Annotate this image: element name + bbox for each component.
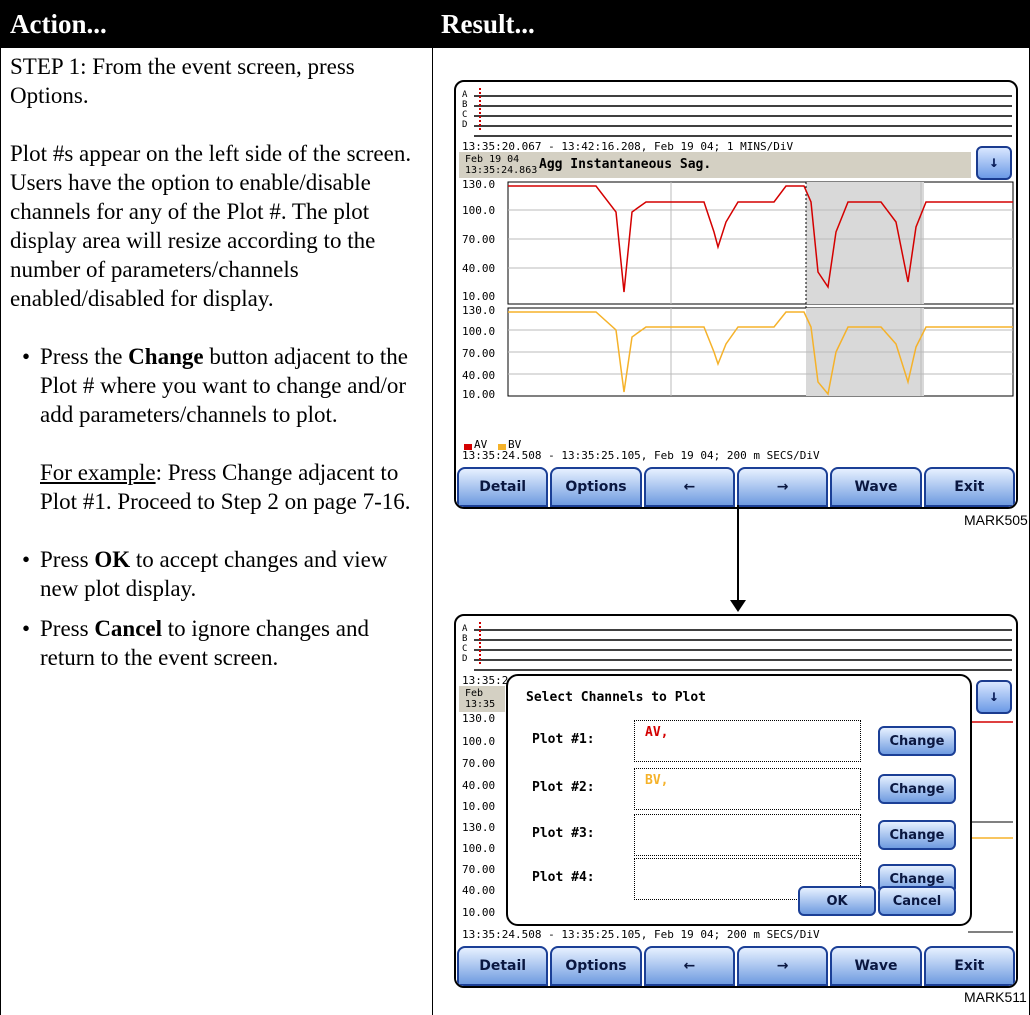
bullet-dot: • <box>22 547 31 572</box>
connector-arrow <box>737 505 739 603</box>
plot-description: Plot #s appear on the left side of the s… <box>10 141 412 311</box>
y-axis-label: 130.0 <box>462 304 496 317</box>
wave-button[interactable]: Wave <box>830 946 922 986</box>
plot-3-field[interactable] <box>634 814 861 856</box>
y-axis-label: 40.00 <box>462 262 496 275</box>
event-title-bar: Feb 13:35 <box>459 686 505 712</box>
action-heading: Action... <box>10 9 107 39</box>
event-date-line1: Feb <box>465 688 484 699</box>
channel-label-a: A <box>462 90 468 100</box>
channel-label-d: D <box>462 654 468 664</box>
bullet-bold-cancel: Cancel <box>94 616 163 641</box>
y-axis-label: 70.00 <box>462 757 496 770</box>
y-axis-label: 10.00 <box>462 800 496 813</box>
bullet-text-pre: Press the <box>40 344 129 369</box>
y-axis-label: 100.0 <box>462 842 496 855</box>
dialog-title: Select Channels to Plot <box>526 690 707 705</box>
select-channels-dialog: Select Channels to Plot Plot #1: AV, Cha… <box>506 674 972 926</box>
y-axis-label: 70.00 <box>462 863 496 876</box>
event-date: Feb 13:35 <box>465 688 495 710</box>
channel-label-d: D <box>462 120 468 130</box>
down-arrow-button[interactable]: ↓ <box>976 680 1012 714</box>
y-axis-label: 40.00 <box>462 779 496 792</box>
y-axis-label: 40.00 <box>462 369 496 382</box>
bullet-text-pre: Press <box>40 616 95 641</box>
y-axis-label: 40.00 <box>462 884 496 897</box>
plot-2-field[interactable]: BV, <box>634 768 861 810</box>
y-axis-label: 70.00 <box>462 347 496 360</box>
change-plot-3-button[interactable]: Change <box>878 820 956 850</box>
bullet-bold-ok: OK <box>94 547 131 572</box>
channel-label-b: B <box>462 100 468 110</box>
options-screen: A B C D 13:35:2 Feb 13:35 ↓ 130.0 100.0 … <box>454 614 1018 988</box>
y-axis-label: 100.0 <box>462 325 496 338</box>
channel-label-b: B <box>462 634 468 644</box>
function-button-bar: Detail Options ← → Wave Exit <box>456 946 1016 986</box>
bullet-change: • Press the Change button adjacent to th… <box>10 342 420 429</box>
bullet-ok: • Press OK to accept changes and view ne… <box>10 545 420 603</box>
bullet-text-pre: Press <box>40 547 95 572</box>
table-divider <box>432 48 433 1015</box>
change-plot-1-button[interactable]: Change <box>878 726 956 756</box>
plot-2-value: BV, <box>645 773 669 788</box>
plot-2-label: Plot #2: <box>532 780 595 795</box>
exit-button[interactable]: Exit <box>923 467 1015 507</box>
bullet-dot: • <box>22 616 31 641</box>
y-axis-label: 130.0 <box>462 178 496 191</box>
plot-1-label: Plot #1: <box>532 732 595 747</box>
ok-button[interactable]: OK <box>798 886 876 916</box>
right-arrow-button[interactable]: → <box>736 946 829 986</box>
event-date-line2: 13:35:24.863 <box>465 165 538 176</box>
bullet-bold-change: Change <box>128 344 204 369</box>
footer-time: 13:35:24.508 - 13:35:25.105, Feb 19 04; … <box>462 928 820 941</box>
figure-mark: MARK511 <box>964 989 1027 1005</box>
y-axis-label: 100.0 <box>462 735 496 748</box>
figure-mark: MARK505 <box>964 512 1028 528</box>
event-title: Agg Instantaneous Sag. <box>539 157 712 172</box>
change-plot-2-button[interactable]: Change <box>878 774 956 804</box>
y-axis-label: 10.00 <box>462 388 496 401</box>
example-text: For example: Press Change adjacent to Pl… <box>10 458 420 516</box>
channel-label-c: C <box>462 110 468 120</box>
event-date: Feb 19 04 13:35:24.863 <box>465 154 537 176</box>
exit-button[interactable]: Exit <box>923 946 1015 986</box>
y-axis-label: 10.00 <box>462 906 496 919</box>
event-date-line1: Feb 19 04 <box>465 154 520 165</box>
connector-arrow-head <box>730 600 746 612</box>
detail-button[interactable]: Detail <box>457 467 549 507</box>
step-1-text: STEP 1: From the event screen, press Opt… <box>10 54 355 108</box>
cancel-button[interactable]: Cancel <box>878 886 956 916</box>
left-arrow-button[interactable]: ← <box>643 946 735 986</box>
event-screen: A B C D 13:35:20.067 - 13:42:16.208, Feb… <box>454 80 1018 509</box>
y-axis-label: 70.00 <box>462 233 496 246</box>
y-axis-label: 130.0 <box>462 821 496 834</box>
channel-label-c: C <box>462 644 468 654</box>
y-axis-label: 10.00 <box>462 290 496 303</box>
example-label: For example <box>40 460 156 485</box>
table-border-left <box>0 48 1 1015</box>
detail-button[interactable]: Detail <box>457 946 549 986</box>
plot-3-label: Plot #3: <box>532 826 595 841</box>
header-bar: Action... Result... <box>0 0 1030 48</box>
footer-time: 13:35:24.508 - 13:35:25.105, Feb 19 04; … <box>462 449 820 462</box>
y-axis-label: 100.0 <box>462 204 496 217</box>
plot-1-value: AV, <box>645 725 669 740</box>
bullet-dot: • <box>22 344 31 369</box>
down-arrow-button[interactable]: ↓ <box>976 146 1012 180</box>
event-title-bar: Feb 19 04 13:35:24.863 Agg Instantaneous… <box>459 152 971 178</box>
y-axis-label: 130.0 <box>462 712 496 725</box>
plot-4-label: Plot #4: <box>532 870 595 885</box>
function-button-bar: Detail Options ← → Wave Exit <box>456 467 1016 507</box>
bullet-cancel: • Press Cancel to ignore changes and ret… <box>10 614 420 672</box>
options-button[interactable]: Options <box>550 946 642 986</box>
left-arrow-button[interactable]: ← <box>643 467 735 507</box>
wave-button[interactable]: Wave <box>830 467 922 507</box>
result-heading: Result... <box>441 9 535 39</box>
event-date-line2: 13:35 <box>465 699 496 710</box>
action-column: STEP 1: From the event screen, press Opt… <box>10 52 420 672</box>
plot-1-field[interactable]: AV, <box>634 720 861 762</box>
right-arrow-button[interactable]: → <box>736 467 829 507</box>
channel-label-a: A <box>462 624 468 634</box>
options-button[interactable]: Options <box>550 467 642 507</box>
